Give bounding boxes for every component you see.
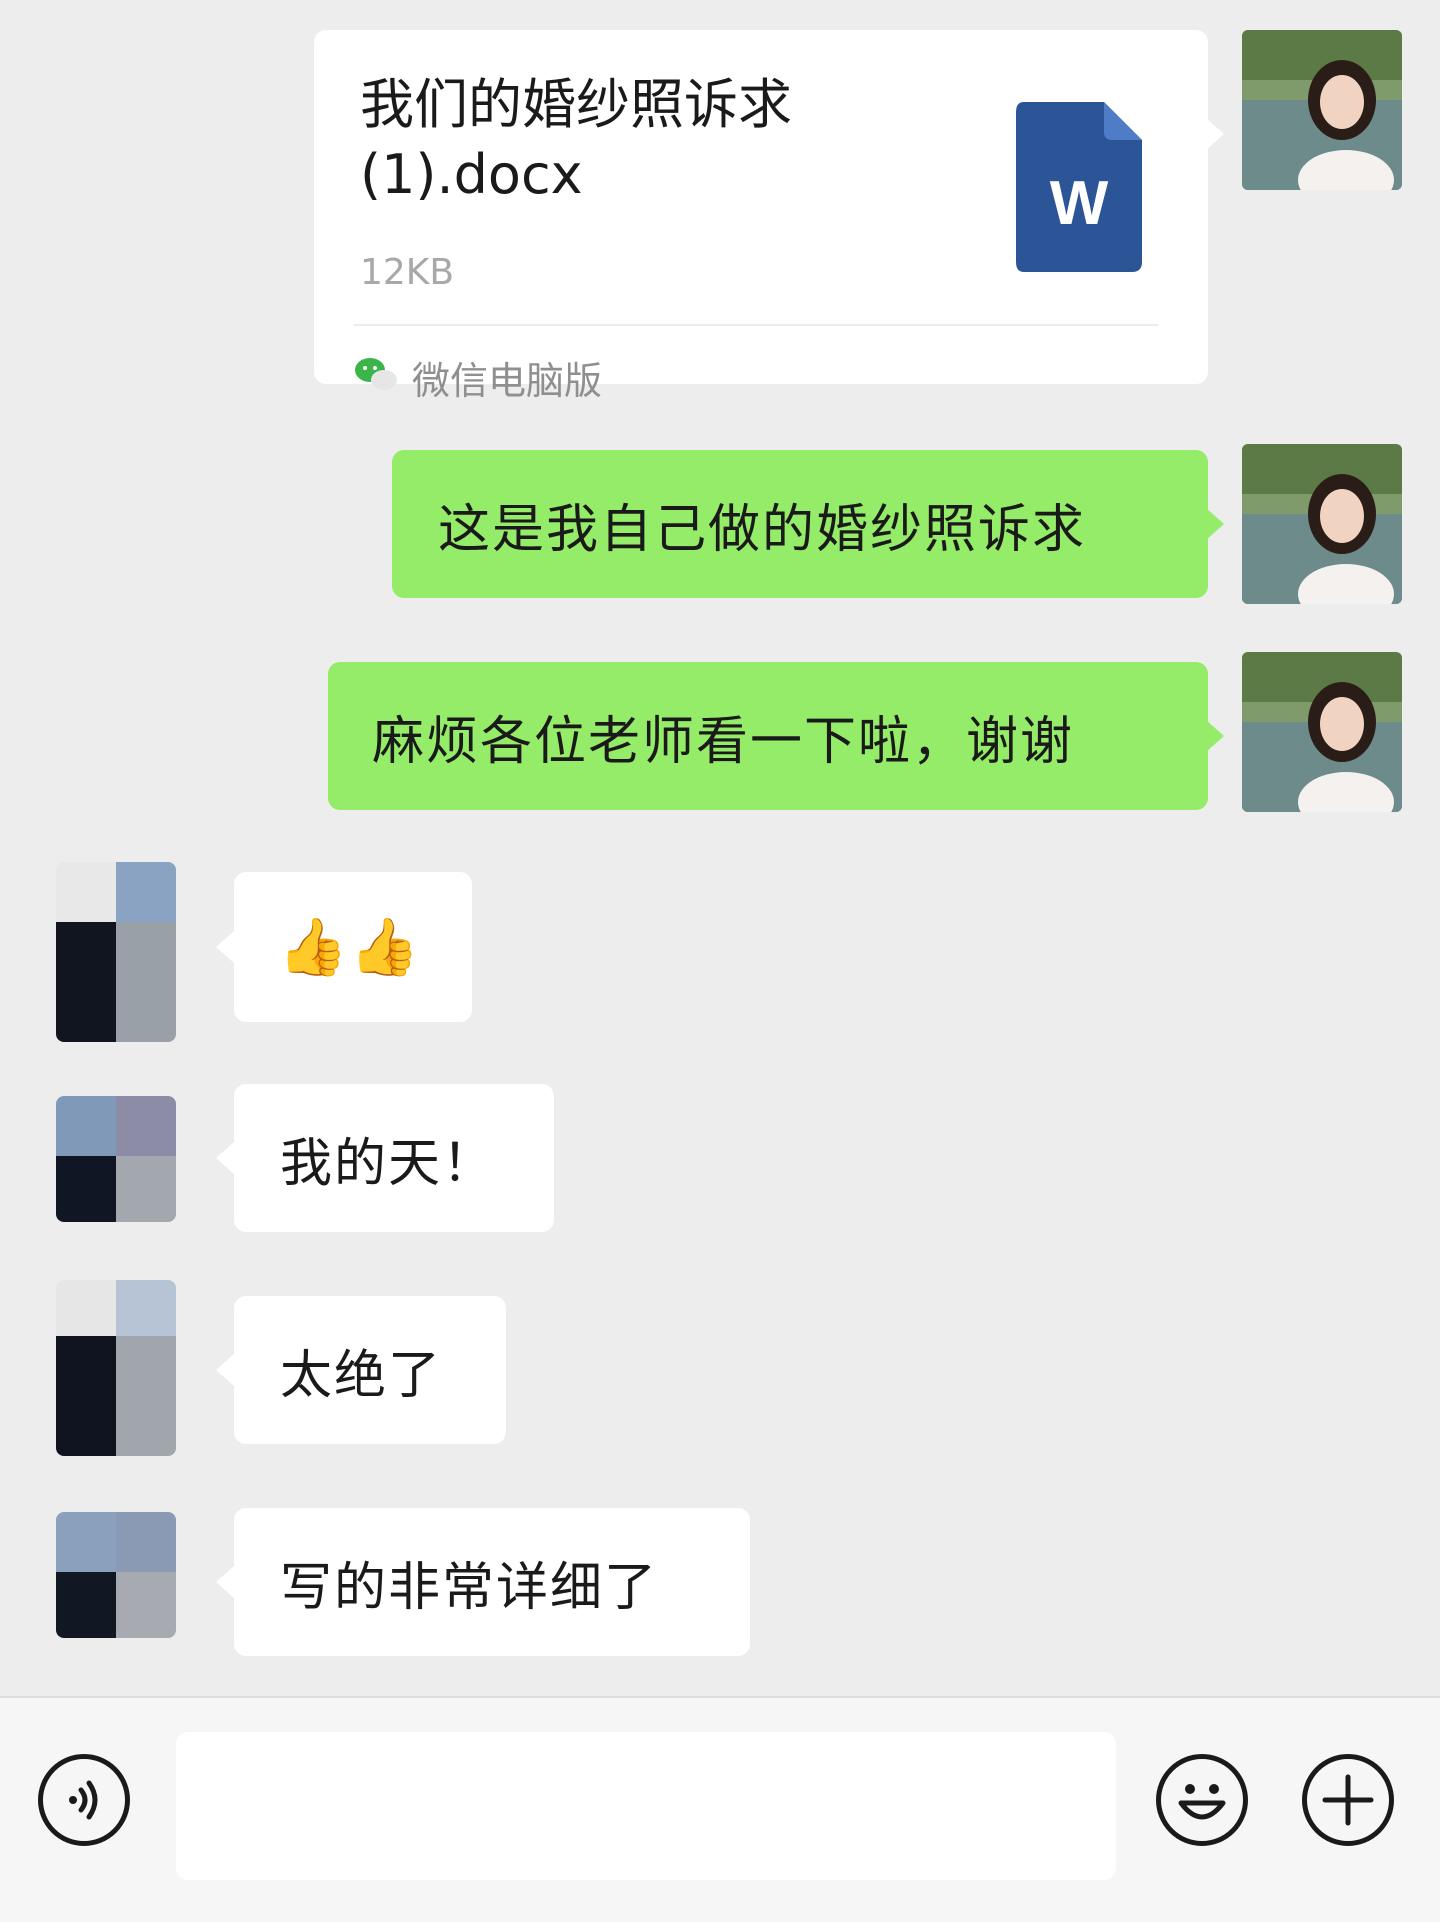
self-avatar-photo [1242,652,1402,812]
chat-input-bar [0,1696,1440,1922]
file-card-divider [354,324,1158,326]
file-size: 12KB [360,252,455,293]
word-icon-letter: W [1050,169,1109,238]
contact-message-bubble[interactable]: 我的天！ [216,1084,554,1232]
contact-avatar-blurred[interactable] [56,862,176,1042]
file-name: 我们的婚纱照诉求(1).docx [360,73,792,206]
contact-avatar-blurred[interactable] [56,1512,176,1638]
self-message-bubble[interactable]: 这是我自己做的婚纱照诉求 [392,450,1224,598]
more-actions-button[interactable] [1302,1754,1394,1846]
self-message-bubble[interactable]: 麻烦各位老师看一下啦，谢谢 [328,662,1224,810]
message-input[interactable] [176,1732,1116,1880]
voice-icon [69,1780,98,1820]
file-source-label: 微信电脑版 [412,359,603,403]
message-text: 我的天！ [280,1133,497,1194]
message-text: 麻烦各位老师看一下啦，谢谢 [372,711,1075,772]
file-message-bubble[interactable]: 我们的婚纱照诉求(1).docx 12KB W 微信电脑版 [314,30,1224,403]
self-avatar[interactable] [1242,444,1402,604]
emoji-button[interactable] [1156,1754,1248,1846]
message-text: 这是我自己做的婚纱照诉求 [438,499,1087,560]
contact-avatar-blurred[interactable] [56,1096,176,1222]
chat-message-area[interactable]: 我们的婚纱照诉求(1).docx 12KB W 微信电脑版 这是我自己做的婚纱照… [0,0,1440,1696]
self-avatar[interactable] [1242,652,1402,812]
voice-input-button[interactable] [38,1754,130,1846]
plus-icon [1322,1774,1374,1826]
message-text: 太绝了 [280,1345,443,1406]
word-document-icon: W [1016,102,1142,272]
self-avatar-photo [1242,444,1402,604]
contact-message-bubble[interactable]: 写的非常详细了 [216,1508,750,1656]
thumbs-up-emoji-text: 👍👍 [278,915,422,980]
contact-message-bubble[interactable]: 👍👍 [216,872,472,1022]
self-avatar[interactable] [1242,30,1402,190]
message-text: 写的非常详细了 [280,1557,659,1618]
contact-message-bubble[interactable]: 太绝了 [216,1296,506,1444]
emoji-icon [1178,1784,1226,1820]
contact-avatar-blurred[interactable] [56,1280,176,1456]
wechat-icon [355,358,397,390]
self-avatar-photo [1242,30,1402,190]
